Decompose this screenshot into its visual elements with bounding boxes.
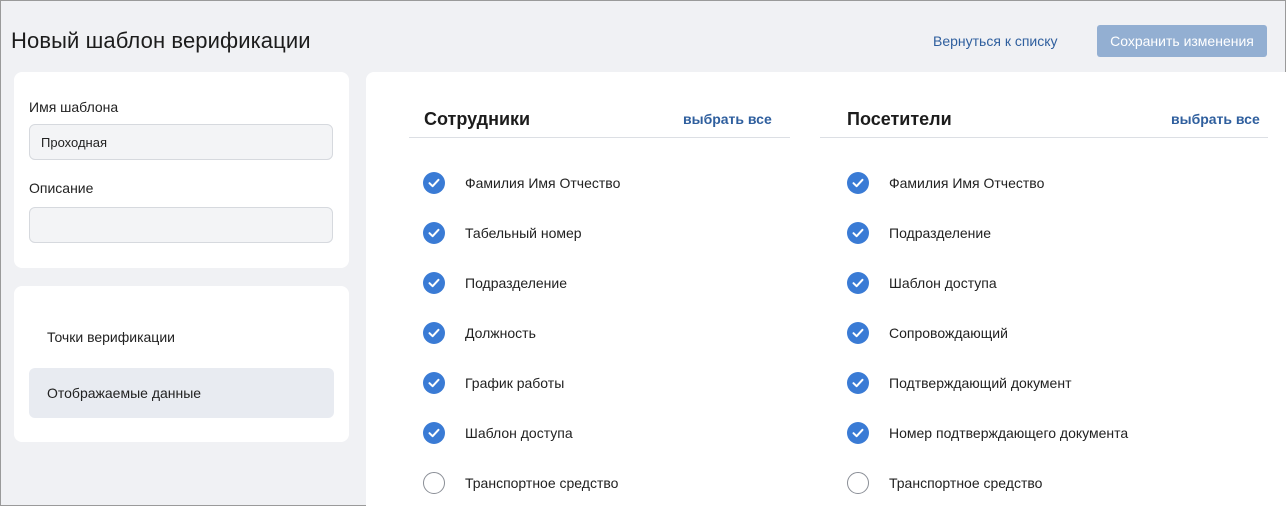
employees-option-row[interactable]: Шаблон доступа [423,421,573,445]
description-input[interactable] [29,207,333,243]
checked-circle-icon[interactable] [847,272,869,294]
visitors-option-row[interactable]: Фамилия Имя Отчество [847,171,1044,195]
option-label: Шаблон доступа [889,275,997,291]
template-name-input[interactable] [29,124,333,160]
visitors-option-row[interactable]: Транспортное средство [847,471,1042,495]
visitors-select-all-link[interactable]: выбрать все [1171,111,1260,127]
option-label: Должность [465,325,536,341]
employees-column-title: Сотрудники [424,109,531,129]
employees-option-row[interactable]: Подразделение [423,271,567,295]
checked-circle-icon[interactable] [847,322,869,344]
visitors-option-row[interactable]: Шаблон доступа [847,271,997,295]
checked-circle-icon[interactable] [423,422,445,444]
checked-circle-icon[interactable] [423,372,445,394]
checked-circle-icon[interactable] [423,322,445,344]
option-label: График работы [465,375,565,391]
option-label: Табельный номер [465,225,582,241]
option-label: Сопровождающий [889,325,1008,341]
checked-circle-icon[interactable] [847,172,869,194]
option-label: Подразделение [465,275,568,291]
checked-circle-icon[interactable] [847,222,869,244]
visitors-option-row[interactable]: Подтверждающий документ [847,371,1071,395]
nav-item-label: Точки верификации [47,329,175,345]
template-name-label: Имя шаблона [29,99,119,115]
unchecked-circle-icon[interactable] [847,472,869,494]
option-label: Номер подтверждающего документа [889,425,1129,441]
nav-item-verification-points[interactable]: Точки верификации [29,312,334,362]
option-label: Транспортное средство [889,475,1043,491]
section-nav-card: Точки верификации Отображаемые данные [14,286,349,442]
employees-option-row[interactable]: Должность [423,321,536,345]
option-label: Фамилия Имя Отчество [465,175,621,191]
page-title: Новый шаблон верификации [11,28,311,53]
option-label: Транспортное средство [465,475,619,491]
option-label: Подтверждающий документ [889,375,1072,391]
employees-divider [409,137,790,138]
checked-circle-icon[interactable] [423,172,445,194]
employees-select-all-link[interactable]: выбрать все [683,111,772,127]
option-label: Шаблон доступа [465,425,573,441]
employees-option-row[interactable]: График работы [423,371,564,395]
checked-circle-icon[interactable] [847,422,869,444]
visitors-column-title: Посетители [847,109,952,129]
nav-item-label: Отображаемые данные [47,385,202,401]
employees-option-row[interactable]: Фамилия Имя Отчество [423,171,620,195]
back-to-list-link[interactable]: Вернуться к списку [933,33,1058,49]
unchecked-circle-icon[interactable] [423,472,445,494]
visitors-divider [820,137,1268,138]
checked-circle-icon[interactable] [423,272,445,294]
visitors-option-row[interactable]: Подразделение [847,221,991,245]
save-changes-button[interactable]: Сохранить изменения [1097,25,1267,57]
employees-option-row[interactable]: Табельный номер [423,221,582,245]
description-label: Описание [29,180,94,196]
option-label: Подразделение [889,225,992,241]
nav-item-displayed-data[interactable]: Отображаемые данные [29,368,334,418]
app-frame: Новый шаблон верификации Вернуться к спи… [0,0,1286,508]
checked-circle-icon[interactable] [423,222,445,244]
visitors-option-row[interactable]: Номер подтверждающего документа [847,421,1128,445]
option-label: Фамилия Имя Отчество [889,175,1045,191]
template-form-card: Имя шаблона Описание [14,72,349,268]
employees-option-row[interactable]: Транспортное средство [423,471,618,495]
displayed-data-card: Сотрудники выбрать все Фамилия Имя Отчес… [366,72,1286,508]
checked-circle-icon[interactable] [847,372,869,394]
visitors-option-row[interactable]: Сопровождающий [847,321,1008,345]
